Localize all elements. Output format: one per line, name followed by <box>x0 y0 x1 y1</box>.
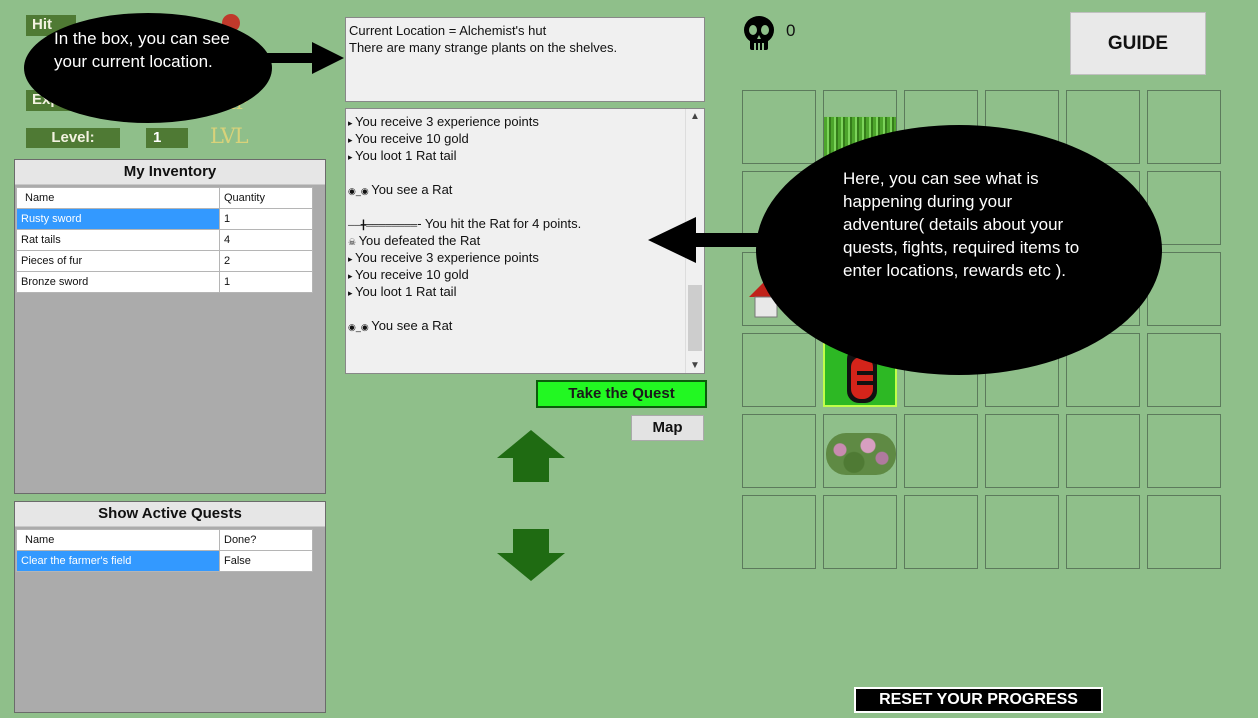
scroll-down-icon[interactable]: ▼ <box>690 360 700 371</box>
log-line: ▸ You receive 3 experience points <box>348 249 684 266</box>
quest-done[interactable]: False <box>219 550 313 572</box>
table-row[interactable]: Rusty sword 1 <box>16 208 313 230</box>
log-line: ▸ You loot 1 Rat tail <box>348 147 684 164</box>
inventory-item-name[interactable]: Rusty sword <box>16 208 220 230</box>
map-cell[interactable] <box>985 495 1059 569</box>
inventory-item-qty[interactable]: 4 <box>219 229 313 251</box>
log-text: - You hit the Rat for 4 points. <box>417 216 582 231</box>
log-tip-bubble: Here, you can see what is happening duri… <box>756 125 1162 375</box>
log-line: ──╋════════- You hit the Rat for 4 point… <box>348 215 684 232</box>
table-row[interactable]: Bronze sword 1 <box>16 271 313 293</box>
sword-icon: ──╋════════ <box>348 220 418 230</box>
location-box: Current Location = Alchemist's hut There… <box>345 17 705 102</box>
location-description: There are many strange plants on the she… <box>349 40 618 55</box>
map-cell[interactable] <box>1147 333 1221 407</box>
bullet-icon: ▸ <box>348 288 356 298</box>
quests-col-done[interactable]: Done? <box>219 529 313 551</box>
level-unit: LVL <box>210 124 249 148</box>
inventory-panel: My Inventory Name Quantity Rusty sword 1… <box>14 159 326 494</box>
pointer-arrow-icon <box>262 42 344 74</box>
kill-count: 0 <box>786 21 796 40</box>
bullet-icon: ▸ <box>348 118 356 128</box>
scroll-up-icon[interactable]: ▲ <box>690 111 700 122</box>
log-text: You see a Rat <box>371 318 453 333</box>
level-label: Level: <box>26 128 120 148</box>
table-row[interactable]: Rat tails 4 <box>16 229 313 251</box>
map-cell[interactable] <box>1066 495 1140 569</box>
guide-button[interactable]: GUIDE <box>1070 12 1206 75</box>
map-cell-garden[interactable] <box>823 414 897 488</box>
skull-icon: ☠ <box>348 237 359 247</box>
take-quest-button[interactable]: Take the Quest <box>536 380 707 408</box>
quests-panel: Show Active Quests Name Done? Clear the … <box>14 501 326 713</box>
log-line: ▸ You receive 10 gold <box>348 266 684 283</box>
map-cell[interactable] <box>1147 90 1221 164</box>
log-text: You receive 3 experience points <box>355 114 539 129</box>
eyes-icon: ◉_◉ <box>348 322 372 332</box>
table-row[interactable]: Pieces of fur 2 <box>16 250 313 272</box>
move-north-icon[interactable] <box>497 430 565 482</box>
log-line: ◉_◉ You see a Rat <box>348 181 684 198</box>
quests-title[interactable]: Show Active Quests <box>15 502 325 527</box>
inventory-item-name[interactable]: Bronze sword <box>16 271 220 293</box>
map-cell[interactable] <box>742 90 816 164</box>
map-cell[interactable] <box>904 414 978 488</box>
map-cell[interactable] <box>985 414 1059 488</box>
log-line: ◉_◉ You see a Rat <box>348 317 684 334</box>
level-value: 1 <box>146 128 188 148</box>
log-line: ▸ You receive 3 experience points <box>348 113 684 130</box>
inventory-title[interactable]: My Inventory <box>15 160 325 185</box>
log-text: You receive 3 experience points <box>355 250 539 265</box>
map-cell[interactable] <box>1066 414 1140 488</box>
move-south-icon[interactable] <box>497 529 565 581</box>
map-cell[interactable] <box>823 495 897 569</box>
inventory-item-name[interactable]: Rat tails <box>16 229 220 251</box>
map-cell[interactable] <box>742 333 816 407</box>
log-line: ▸ You receive 10 gold <box>348 130 684 147</box>
quests-col-name[interactable]: Name <box>16 529 220 551</box>
location-tip-text: In the box, you can see your current loc… <box>54 29 230 71</box>
quest-name[interactable]: Clear the farmer's field <box>16 550 220 572</box>
reset-progress-button[interactable]: RESET YOUR PROGRESS <box>854 687 1103 713</box>
log-text: You loot 1 Rat tail <box>355 148 457 163</box>
bushes-icon <box>826 433 896 475</box>
scroll-thumb[interactable] <box>688 285 702 351</box>
bullet-icon: ▸ <box>348 135 356 145</box>
eyes-icon: ◉_◉ <box>348 186 372 196</box>
bullet-icon: ▸ <box>348 254 356 264</box>
log-text: You receive 10 gold <box>355 267 469 282</box>
log-text: You loot 1 Rat tail <box>355 284 457 299</box>
log-line: ☠ You defeated the Rat <box>348 232 684 249</box>
inventory-item-name[interactable]: Pieces of fur <box>16 250 220 272</box>
table-row[interactable]: Clear the farmer's field False <box>16 550 313 572</box>
log-line: ▸ You loot 1 Rat tail <box>348 283 684 300</box>
inventory-item-qty[interactable]: 2 <box>219 250 313 272</box>
log-text: You receive 10 gold <box>355 131 469 146</box>
map-button[interactable]: Map <box>631 415 704 441</box>
inventory-item-qty[interactable]: 1 <box>219 208 313 230</box>
skull-icon <box>744 16 774 50</box>
inventory-item-qty[interactable]: 1 <box>219 271 313 293</box>
map-cell[interactable] <box>904 495 978 569</box>
inventory-table: Name Quantity Rusty sword 1 Rat tails 4 … <box>16 187 313 293</box>
log-text: You defeated the Rat <box>358 233 481 248</box>
inventory-col-quantity[interactable]: Quantity <box>219 187 313 209</box>
bullet-icon: ▸ <box>348 152 356 162</box>
bullet-icon: ▸ <box>348 271 356 281</box>
map-cell[interactable] <box>1147 495 1221 569</box>
map-cell[interactable] <box>742 495 816 569</box>
map-cell[interactable] <box>1147 414 1221 488</box>
inventory-col-name[interactable]: Name <box>16 187 220 209</box>
location-tip-bubble: In the box, you can see your current loc… <box>24 13 272 123</box>
pointer-arrow-icon <box>648 217 764 263</box>
location-line: Current Location = Alchemist's hut <box>349 23 547 38</box>
log-text: You see a Rat <box>371 182 453 197</box>
log-tip-text: Here, you can see what is happening duri… <box>843 169 1080 280</box>
map-cell[interactable] <box>742 414 816 488</box>
quests-table: Name Done? Clear the farmer's field Fals… <box>16 529 313 572</box>
